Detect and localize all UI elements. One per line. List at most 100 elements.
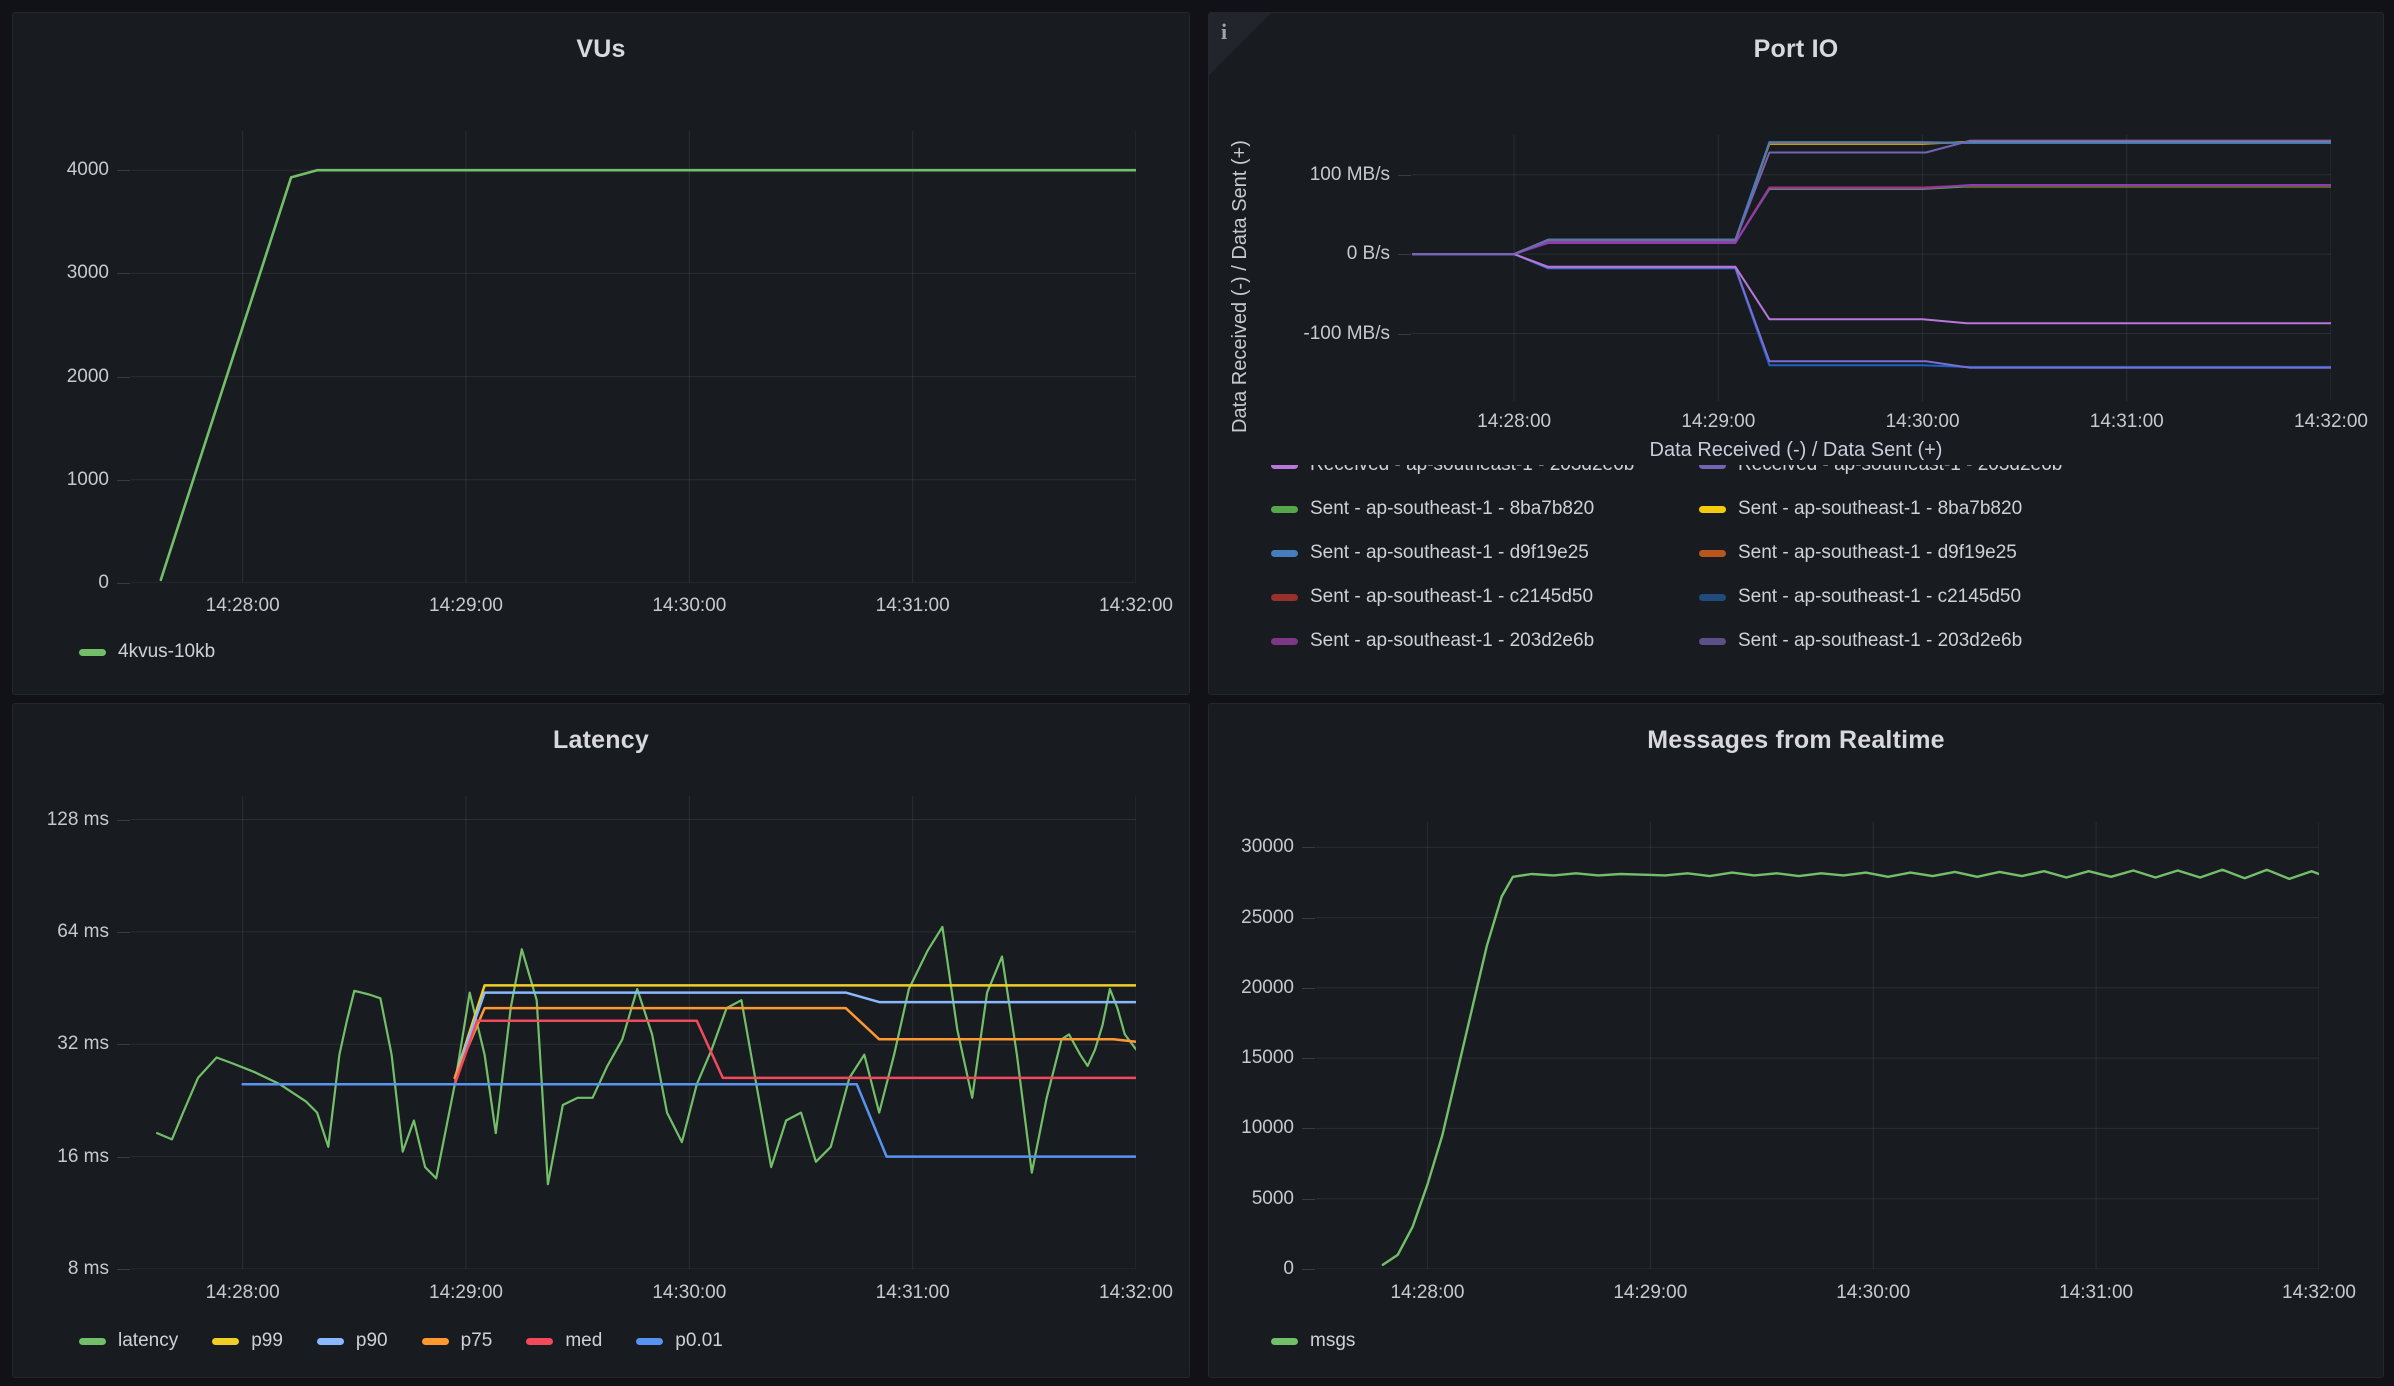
series-line-sent-ap-southeast-1-203d2e6b- bbox=[1412, 185, 2331, 254]
vus-chart-svg bbox=[131, 131, 1136, 583]
legend-swatch bbox=[1699, 594, 1726, 601]
x-tick-label: 14:28:00 bbox=[1390, 1282, 1464, 1304]
legend-swatch bbox=[1271, 506, 1298, 513]
y-tick-mark bbox=[117, 1269, 130, 1270]
legend-item[interactable]: p90 bbox=[317, 1330, 388, 1352]
legend-item[interactable]: Sent - ap-southeast-1 - d9f19e25 bbox=[1271, 541, 1589, 565]
y-tick-label: 1000 bbox=[13, 469, 109, 491]
y-tick-label: 2000 bbox=[13, 366, 109, 388]
legend-swatch bbox=[1271, 594, 1298, 601]
series-line-sent-ap-southeast-1-d9f19e25- bbox=[1412, 143, 2331, 254]
y-tick-label: 30000 bbox=[1209, 836, 1294, 858]
y-tick-label: 0 bbox=[1209, 1258, 1294, 1280]
legend-label: Sent - ap-southeast-1 - 8ba7b820 bbox=[1738, 498, 2022, 520]
legend-item[interactable]: Sent - ap-southeast-1 - 203d2e6b bbox=[1699, 629, 2022, 653]
panel-port-io: i Port IO Data Received (-) / Data Sent … bbox=[1208, 12, 2384, 695]
legend-item[interactable]: msgs bbox=[1271, 1330, 1355, 1352]
legend-swatch bbox=[1271, 1338, 1298, 1345]
legend-item[interactable]: med bbox=[526, 1330, 602, 1352]
series-line-sent-ap-southeast-1-c2145d50- bbox=[1412, 254, 2331, 367]
x-tick-label: 14:30:00 bbox=[1836, 1282, 1910, 1304]
legend-item[interactable]: 4kvus-10kb bbox=[79, 641, 215, 663]
series-line-latency bbox=[157, 927, 1136, 1184]
legend-item[interactable]: p99 bbox=[212, 1330, 283, 1352]
x-tick-label: 14:29:00 bbox=[1613, 1282, 1687, 1304]
y-tick-label: 4000 bbox=[13, 159, 109, 181]
legend-item[interactable]: Sent - ap-southeast-1 - d9f19e25 bbox=[1699, 541, 2017, 565]
legend-item[interactable]: Sent - ap-southeast-1 - c2145d50 bbox=[1699, 585, 2021, 609]
vus-chart-plot[interactable] bbox=[131, 131, 1136, 583]
series-line-4kvus-10kb bbox=[161, 170, 1136, 580]
port-io-legend[interactable]: Received - ap-southeast-1 - 203d2e6b Sent… bbox=[1209, 465, 2375, 677]
panel-title-messages[interactable]: Messages from Realtime bbox=[1209, 726, 2383, 755]
y-tick-mark bbox=[1398, 254, 1411, 255]
legend-label: Sent - ap-southeast-1 - c2145d50 bbox=[1738, 586, 2021, 608]
legend-swatch bbox=[1699, 550, 1726, 557]
y-tick-label: 128 ms bbox=[13, 809, 109, 831]
y-tick-label: 5000 bbox=[1209, 1188, 1294, 1210]
y-tick-label: 20000 bbox=[1209, 977, 1294, 999]
legend-swatch bbox=[1271, 465, 1298, 469]
series-line-sent-ap-southeast-1-203d2e6b- bbox=[1412, 254, 2331, 368]
legend-item[interactable]: Received - ap-southeast-1 - 203d2e6b bbox=[1271, 465, 1634, 477]
y-tick-mark bbox=[117, 170, 130, 171]
legend-swatch bbox=[422, 1338, 449, 1345]
y-tick-mark bbox=[1302, 1269, 1315, 1270]
legend-item[interactable]: Sent - ap-southeast-1 - c2145d50 bbox=[1271, 585, 1593, 609]
y-tick-label: 8 ms bbox=[13, 1258, 109, 1280]
y-tick-mark bbox=[1302, 847, 1315, 848]
legend-swatch bbox=[636, 1338, 663, 1345]
latency-chart-plot[interactable] bbox=[131, 796, 1136, 1269]
messages-chart-plot[interactable] bbox=[1316, 822, 2319, 1269]
legend-item[interactable]: p75 bbox=[422, 1330, 493, 1352]
panel-title-port-io[interactable]: Port IO bbox=[1209, 35, 2383, 64]
y-tick-mark bbox=[117, 932, 130, 933]
series-line-received-ap-southeast-1-203d2e6b- bbox=[1412, 141, 2331, 255]
legend-swatch bbox=[1699, 638, 1726, 645]
legend-label: p75 bbox=[461, 1330, 493, 1352]
y-tick-label: 32 ms bbox=[13, 1033, 109, 1055]
panel-title-vus[interactable]: VUs bbox=[13, 35, 1189, 64]
legend-label: latency bbox=[118, 1330, 178, 1352]
legend-label: 4kvus-10kb bbox=[118, 641, 215, 663]
x-tick-label: 14:31:00 bbox=[876, 595, 950, 617]
x-tick-label: 14:30:00 bbox=[652, 595, 726, 617]
port_io-chart-svg bbox=[1412, 135, 2331, 401]
legend-swatch bbox=[1271, 638, 1298, 645]
legend-label: Received - ap-southeast-1 - 203d2e6b bbox=[1738, 465, 2062, 476]
legend-swatch bbox=[1699, 465, 1726, 469]
legend-item[interactable]: Sent - ap-southeast-1 - 8ba7b820 bbox=[1271, 497, 1594, 521]
legend-item[interactable]: p0.01 bbox=[636, 1330, 723, 1352]
legend-item[interactable]: Sent - ap-southeast-1 - 8ba7b820 bbox=[1699, 497, 2022, 521]
port-io-chart-plot[interactable] bbox=[1412, 135, 2331, 401]
legend-item[interactable]: latency bbox=[79, 1330, 178, 1352]
y-tick-label: -100 MB/s bbox=[1209, 323, 1390, 345]
x-tick-label: 14:29:00 bbox=[429, 595, 503, 617]
x-tick-label: 14:28:00 bbox=[1477, 411, 1551, 433]
series-line-sent-ap-southeast-1-8ba7b820- bbox=[1412, 142, 2331, 254]
legend-label: Sent - ap-southeast-1 - 203d2e6b bbox=[1738, 630, 2022, 652]
panel-latency: Latency latencyp99p90p75medp0.01 8 ms16 … bbox=[12, 703, 1190, 1378]
legend-swatch bbox=[1699, 506, 1726, 513]
info-icon: i bbox=[1221, 19, 1227, 45]
legend-label: msgs bbox=[1310, 1330, 1355, 1352]
legend-label: Sent - ap-southeast-1 - d9f19e25 bbox=[1738, 542, 2017, 564]
legend-item[interactable]: Received - ap-southeast-1 - 203d2e6b bbox=[1699, 465, 2062, 477]
series-line-p99 bbox=[455, 985, 1136, 1078]
y-tick-mark bbox=[1302, 988, 1315, 989]
y-tick-label: 0 bbox=[13, 572, 109, 594]
x-tick-label: 14:28:00 bbox=[206, 595, 280, 617]
panel-title-latency[interactable]: Latency bbox=[13, 726, 1189, 755]
panel-vus: VUs 4kvus-10kb 0 1000 2000 3000 4000 14:28:00… bbox=[12, 12, 1190, 695]
x-tick-label: 14:32:00 bbox=[1099, 1282, 1173, 1304]
y-tick-mark bbox=[1302, 1199, 1315, 1200]
legend-label: Sent - ap-southeast-1 - 203d2e6b bbox=[1310, 630, 1594, 652]
x-tick-label: 14:30:00 bbox=[1886, 411, 1960, 433]
y-tick-label: 3000 bbox=[13, 262, 109, 284]
panel-info-corner-icon[interactable]: i bbox=[1209, 13, 1271, 75]
legend-swatch bbox=[526, 1338, 553, 1345]
y-tick-label: 25000 bbox=[1209, 907, 1294, 929]
y-tick-label: 64 ms bbox=[13, 921, 109, 943]
legend-item[interactable]: Sent - ap-southeast-1 - 203d2e6b bbox=[1271, 629, 1594, 653]
x-tick-label: 14:32:00 bbox=[2282, 1282, 2356, 1304]
